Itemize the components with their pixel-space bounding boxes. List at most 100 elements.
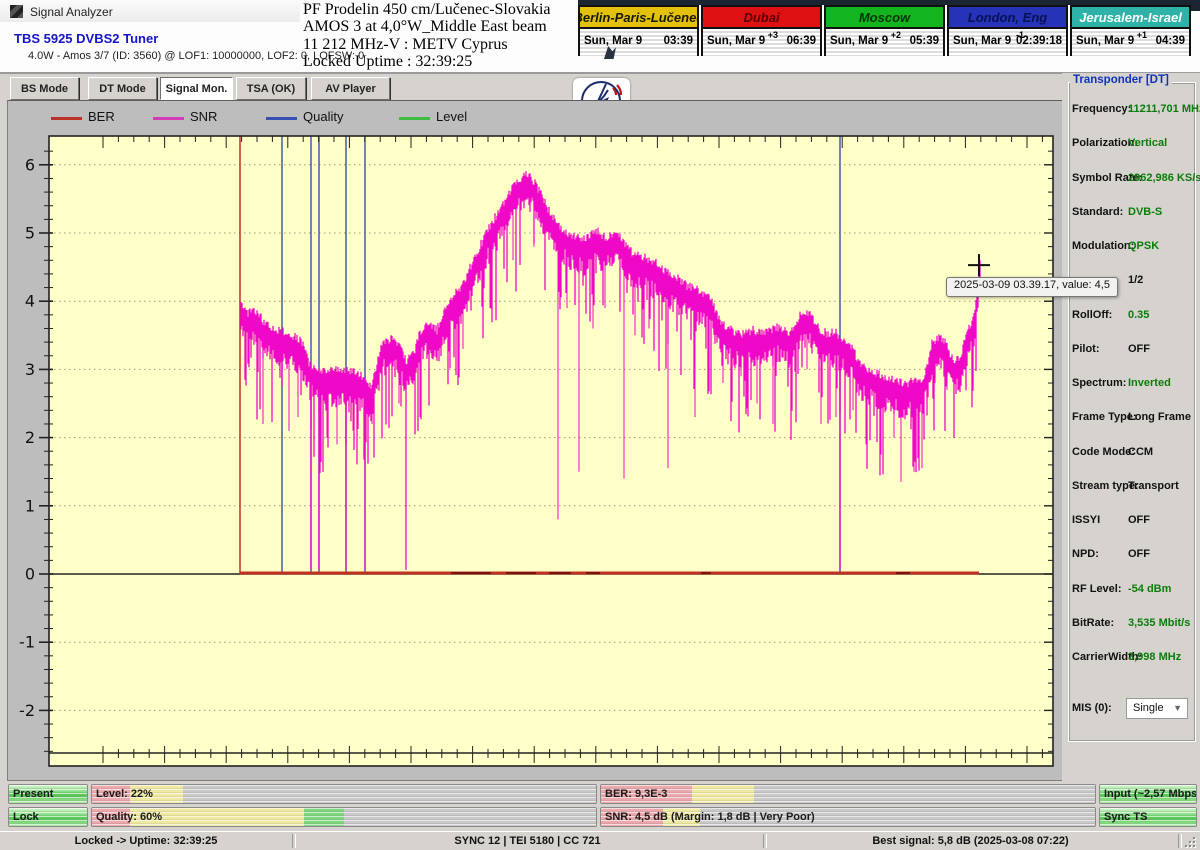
transponder-row: ISSYI OFF	[1062, 514, 1200, 528]
clock-cell: Jerusalem-IsraelSun, Mar 9+104:39	[1070, 5, 1191, 56]
clock-time: 02:39:18	[1016, 35, 1062, 47]
transponder-row: NPD: OFF	[1062, 548, 1200, 562]
transponder-row-value: 1/2	[1128, 274, 1143, 286]
meter-label: Level: 22%	[96, 788, 153, 800]
y-axis-label: 4	[25, 292, 35, 311]
status-bar: Locked -> Uptime: 32:39:25SYNC 12 | TEI …	[0, 831, 1200, 850]
clock-cell: MoscowSun, Mar 9+205:39	[824, 5, 945, 56]
meter-quality-60-: Quality: 60%	[91, 807, 597, 827]
window-title: Signal Analyzer	[30, 5, 113, 19]
clock-utc-offset: +2	[891, 30, 901, 40]
station-info-line: PF Prodelin 450 cm/Lučenec-Slovakia	[303, 1, 578, 18]
clock-city-label: Moscow	[826, 7, 943, 29]
y-axis-label: 6	[25, 155, 35, 174]
transponder-row: Code Mode:CCM	[1062, 446, 1200, 460]
transponder-row-label: RF Level:	[1072, 583, 1122, 595]
app-icon	[10, 5, 23, 18]
transponder-row-label: Frame Type:	[1072, 411, 1137, 423]
transponder-row-value: 3,998 MHz	[1128, 651, 1181, 663]
meter-label: Present	[13, 788, 53, 800]
transponder-row-value: Transport	[1128, 480, 1179, 492]
mis-row: MIS (0): Single ▼	[1062, 698, 1200, 720]
transponder-row-value: CCM	[1128, 446, 1153, 458]
meter-ber-9-3e-3: BER: 9,3E-3	[600, 784, 1096, 804]
clock-date: Sun, Mar 9	[953, 35, 1011, 47]
clock-cell: London, EngSun, Mar 9-102:39:18	[947, 5, 1068, 56]
transponder-row-label: ISSYI	[1072, 514, 1100, 526]
transponder-row-value: OFF	[1128, 343, 1150, 355]
mis-select[interactable]: Single ▼	[1126, 698, 1188, 719]
title-bar: Signal Analyzer	[0, 0, 300, 22]
clock-time: 04:39	[1156, 35, 1185, 47]
station-info-line: AMOS 3 at 4,0°W_Middle East beam	[303, 18, 578, 35]
meter-level-22-: Level: 22%	[91, 784, 597, 804]
transponder-row: CarrierWidth:3,998 MHz	[1062, 651, 1200, 665]
transponder-panel: Transponder [DT] Frequency:11211,701 MHz…	[1062, 73, 1200, 781]
transponder-row-value: Vertical	[1128, 137, 1167, 149]
signal-chart: BERSNRQualityLevel 6543210-1-2	[7, 100, 1063, 781]
y-axis-label: 1	[25, 496, 35, 515]
station-info-text: PF Prodelin 450 cm/Lučenec-SlovakiaAMOS …	[303, 1, 578, 71]
transponder-row: RollOff:0.35	[1062, 309, 1200, 323]
statusbar-section: Locked -> Uptime: 32:39:25	[0, 835, 292, 847]
toolbar-button-av-player[interactable]: AV Player	[311, 77, 390, 100]
station-info-line: Locked Uptime : 32:39:25	[303, 53, 578, 70]
y-axis-label: -2	[19, 701, 35, 720]
meter-snr-4-5-db-margin-1-8-db: SNR: 4,5 dB (Margin: 1,8 dB | Very Poor)	[600, 807, 1096, 827]
resize-grip[interactable]	[1185, 837, 1197, 849]
meter-ridges	[92, 808, 596, 826]
transponder-row-label: Standard:	[1072, 206, 1123, 218]
cursor-tooltip: 2025-03-09 03.39.17, value: 4,5	[946, 277, 1118, 297]
toolbar-button-dt-mode[interactable]: DT Mode	[88, 77, 157, 100]
meter-present: Present	[8, 784, 88, 804]
transponder-row-label: Frequency:	[1072, 103, 1131, 115]
transponder-row: Modulation:QPSK	[1062, 240, 1200, 254]
clock-body: Sun, Mar 903:39	[580, 29, 697, 56]
clock-date: Sun, Mar 9	[584, 35, 642, 47]
transponder-row-value: 0.35	[1128, 309, 1149, 321]
transponder-row-value: 3,535 Mbit/s	[1128, 617, 1190, 629]
meter-label: Lock	[13, 811, 39, 823]
meter-sync-ts: Sync TS	[1099, 807, 1197, 827]
mis-value: Single	[1133, 702, 1164, 714]
transponder-row-value: OFF	[1128, 548, 1150, 560]
toolbar-button-tsa-ok-[interactable]: TSA (OK)	[236, 77, 306, 100]
statusbar-separator	[1178, 834, 1182, 848]
signal-analyzer-window: Signal Analyzer TBS 5925 DVBS2 Tuner 4.0…	[0, 0, 1200, 850]
clock-utc-offset: +3	[768, 30, 778, 40]
clock-body: Sun, Mar 9+205:39	[826, 29, 943, 56]
transponder-row-label: BitRate:	[1072, 617, 1114, 629]
transponder-row: Standard:DVB-S	[1062, 206, 1200, 220]
y-axis-label: 0	[25, 565, 35, 584]
clock-city-label: Jerusalem-Israel	[1072, 7, 1189, 29]
transponder-row-value: -54 dBm	[1128, 583, 1171, 595]
transponder-row: Stream type:Transport	[1062, 480, 1200, 494]
meter-label: BER: 9,3E-3	[605, 788, 667, 800]
toolbar-button-signal-mon-[interactable]: Signal Mon.	[160, 77, 233, 100]
tuner-title: TBS 5925 DVBS2 Tuner	[14, 31, 158, 46]
transponder-row: Polarization:Vertical	[1062, 137, 1200, 151]
transponder-row-value: OFF	[1128, 514, 1150, 526]
station-info-line: 11 212 MHz-V : METV Cyprus	[303, 36, 578, 53]
meter-label: SNR: 4,5 dB (Margin: 1,8 dB | Very Poor)	[605, 811, 815, 823]
clock-time: 05:39	[910, 35, 939, 47]
y-axis-label: 2	[25, 428, 35, 447]
clock-city-label: Dubai	[703, 7, 820, 29]
clock-body: Sun, Mar 9+104:39	[1072, 29, 1189, 56]
transponder-row: Symbol Rate:2962,986 KS/s	[1062, 172, 1200, 186]
meter-ridges	[92, 785, 596, 803]
transponder-row-value: 2962,986 KS/s	[1128, 172, 1200, 184]
transponder-row-label: NPD:	[1072, 548, 1099, 560]
transponder-row: RF Level: -54 dBm	[1062, 583, 1200, 597]
transponder-row: Frame Type:Long Frame	[1062, 411, 1200, 425]
meter-label: Quality: 60%	[96, 811, 162, 823]
clock-time: 06:39	[787, 35, 816, 47]
statusbar-section: Best signal: 5,8 dB (2025-03-08 07:22)	[763, 835, 1178, 847]
transponder-row-label: Modulation:	[1072, 240, 1134, 252]
plot-area: 6543210-1-2	[8, 101, 1062, 780]
transponder-row-value: Inverted	[1128, 377, 1171, 389]
meter-ridges	[601, 785, 1095, 803]
toolbar-button-bs-mode[interactable]: BS Mode	[10, 77, 79, 100]
chevron-down-icon: ▼	[1173, 703, 1182, 713]
clock-cell: DubaiSun, Mar 9+306:39	[701, 5, 822, 56]
